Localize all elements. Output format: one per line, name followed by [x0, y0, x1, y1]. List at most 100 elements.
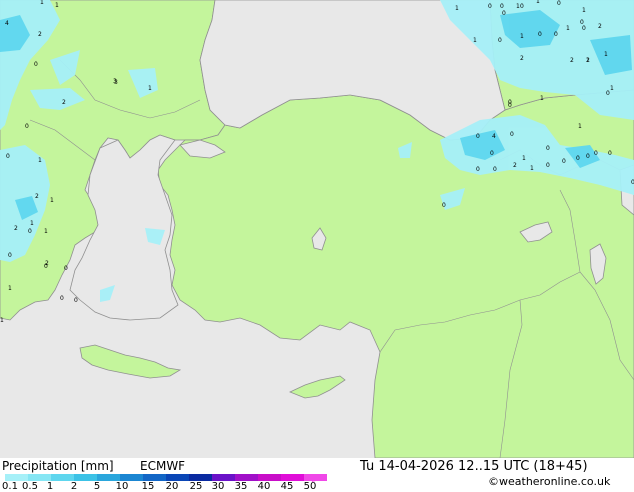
precip-value-label: 2 [38, 31, 42, 38]
precip-value-label: 0 [28, 228, 32, 235]
precip-value-label: 1 [50, 197, 54, 204]
precip-legend-bar [5, 474, 327, 481]
precip-value-label: 2 [14, 225, 18, 232]
legend-tick-label: 50 [303, 481, 317, 492]
precip-value-label: 0 [580, 19, 584, 26]
precip-value-label: 0 [554, 31, 558, 38]
model-name: ECMWF [140, 459, 186, 473]
precip-value-label: 1 [38, 157, 42, 164]
credit: ©weatheronline.co.uk [488, 475, 611, 488]
precip-value-label: 1 [40, 0, 44, 6]
legend-color-segment [281, 474, 304, 481]
precip-value-label: 0 [546, 162, 550, 169]
precip-value-label: 2 [520, 55, 524, 62]
precip-value-label: 2 [62, 99, 66, 106]
precip-value-label: 0 [594, 150, 598, 157]
precip-value-label: 1 [0, 317, 4, 324]
precip-value-label: 0 [520, 3, 524, 10]
legend-color-segment [212, 474, 235, 481]
precip-value-label: 0 [606, 90, 610, 97]
precip-value-label: 0 [608, 150, 612, 157]
precip-value-label: 0 [510, 131, 514, 138]
precip-value-label: 0 [502, 10, 506, 17]
precip-value-label: 1 [540, 95, 544, 102]
precip-value-label: 1 [578, 123, 582, 130]
legend-color-segment [166, 474, 189, 481]
legend-tick-label: 40 [257, 481, 271, 492]
legend-tick-label: 0.1 [2, 481, 18, 492]
precip-value-label: 2 [586, 57, 590, 64]
precip-value-label: 1 [610, 85, 614, 92]
legend-color-segment [235, 474, 258, 481]
precip-value-label: 0 [490, 150, 494, 157]
legend-color-segment [74, 474, 97, 481]
precip-value-label: 1 [473, 37, 477, 44]
legend-tick-label: 5 [93, 481, 101, 492]
precip-value-label: 0 [64, 265, 68, 272]
legend-color-segment [120, 474, 143, 481]
legend-color-segment [5, 474, 28, 481]
precip-value-label: 0 [74, 297, 78, 304]
legend-tick-label: 1 [46, 481, 54, 492]
precip-value-label: 0 [498, 37, 502, 44]
legend-tick-label: 2 [70, 481, 78, 492]
legend-tick-label: 25 [189, 481, 203, 492]
legend-color-segment [28, 474, 51, 481]
precip-value-label: 4 [492, 133, 496, 140]
precip-value-label: 1 [530, 165, 534, 172]
legend-color-segment [143, 474, 166, 481]
precip-value-label: 1 [566, 25, 570, 32]
precip-value-label: 0 [562, 158, 566, 165]
precip-value-label: 0 [538, 31, 542, 38]
precip-value-label: 0 [60, 295, 64, 302]
precip-value-label: 0 [493, 166, 497, 173]
precip-value-label: 0 [8, 252, 12, 259]
precip-value-label: 0 [476, 133, 480, 140]
legend-tick-label: 15 [141, 481, 155, 492]
precip-value-label: 2 [45, 260, 49, 267]
precip-value-label: 2 [598, 23, 602, 30]
legend-tick-label: 30 [211, 481, 225, 492]
precip-value-label: 2 [570, 57, 574, 64]
legend-tick-label: 0.5 [22, 481, 38, 492]
precip-value-label: 1 [30, 220, 34, 227]
precip-value-label: 0 [34, 61, 38, 68]
precip-value-label: 2 [513, 162, 517, 169]
precip-value-label: 1 [520, 33, 524, 40]
precip-value-label: 1 [44, 228, 48, 235]
precip-value-label: 0 [442, 202, 446, 209]
precip-value-label: 1 [55, 2, 59, 9]
forecast-datetime: Tu 14-04-2026 12..15 UTC (18+45) [360, 459, 588, 474]
precip-value-label: 0 [500, 3, 504, 10]
legend-tick-label: 10 [115, 481, 129, 492]
legend-tick-label: 45 [280, 481, 294, 492]
legend-tick-label: 20 [165, 481, 179, 492]
precip-value-label: 3 [114, 79, 118, 86]
precip-value-label: 4 [5, 20, 9, 27]
legend-color-segment [258, 474, 281, 481]
legend-tick-label: 35 [234, 481, 248, 492]
precip-value-label: 0 [557, 0, 561, 7]
legend-color-segment [189, 474, 212, 481]
precip-value-label: 0 [586, 153, 590, 160]
precip-value-label: 1 [604, 51, 608, 58]
precip-value-label: 1 [455, 5, 459, 12]
precip-value-label: 1 [522, 155, 526, 162]
precip-value-label: 0 [582, 25, 586, 32]
legend-color-segment [97, 474, 120, 481]
precip-value-label: 0 [25, 123, 29, 130]
legend-color-segment [51, 474, 74, 481]
precip-value-label: 1 [148, 85, 152, 92]
precip-value-label: 0 [546, 145, 550, 152]
precip-value-label: 2 [35, 193, 39, 200]
precip-value-label: 1 [582, 7, 586, 14]
precip-value-label: 0 [488, 3, 492, 10]
precipitation-map: 41132020101212 0 1100 0210 011 0 0 110011 0 01 0 21… [0, 0, 634, 458]
precip-value-label: 1 [8, 285, 12, 292]
precip-value-label: 0 [508, 102, 512, 109]
precip-value-label: 0 [576, 155, 580, 162]
precip-value-label: 0 [476, 166, 480, 173]
precip-value-label: 1 [536, 0, 540, 5]
precipitation-title: Precipitation [mm] [2, 459, 114, 473]
precip-value-label: 0 [6, 153, 10, 160]
